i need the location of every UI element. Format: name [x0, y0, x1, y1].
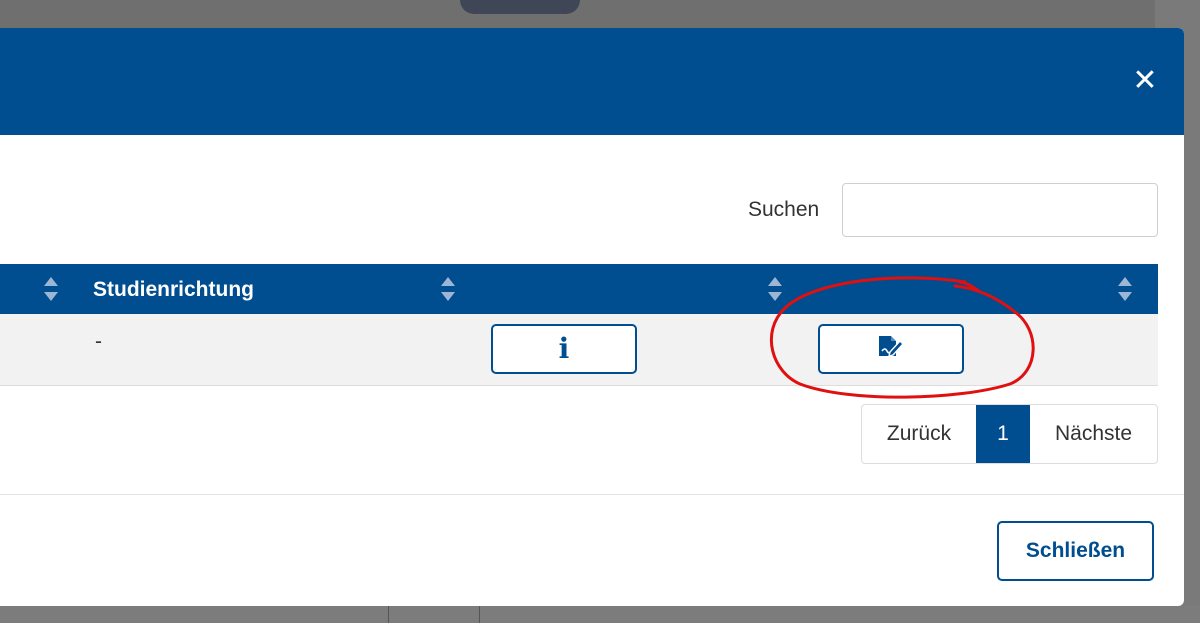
pagination-next[interactable]: Nächste	[1030, 405, 1157, 463]
close-button[interactable]: Schließen	[997, 521, 1154, 581]
search-input[interactable]	[842, 183, 1158, 237]
table-row: - i	[0, 314, 1158, 386]
sort-icon[interactable]	[1117, 276, 1133, 302]
edit-button[interactable]	[818, 324, 964, 374]
pagination: Zurück 1 Nächste	[861, 404, 1158, 464]
sort-icon[interactable]	[43, 276, 59, 302]
backdrop-fragment	[460, 0, 580, 14]
close-icon[interactable]: ✕	[1130, 66, 1160, 96]
pagination-page-current[interactable]: 1	[976, 405, 1030, 463]
modal-header: ✕	[0, 28, 1184, 135]
sort-icon[interactable]	[440, 276, 456, 302]
backdrop-bottom-strip	[0, 605, 1200, 623]
search-label: Suchen	[748, 198, 820, 221]
info-icon: i	[558, 332, 570, 365]
table-header: Studienrichtung	[0, 264, 1158, 314]
backdrop-table-cell	[388, 605, 480, 623]
column-header-studienrichtung[interactable]: Studienrichtung	[93, 278, 254, 302]
document-edit-icon	[877, 334, 905, 365]
info-button[interactable]: i	[491, 324, 637, 374]
modal-dialog: ✕ Suchen Studienrichtung - i Zurück 1 Nä…	[0, 28, 1184, 606]
studienrichtung-cell: -	[95, 330, 102, 353]
sort-icon[interactable]	[767, 276, 783, 302]
pagination-prev[interactable]: Zurück	[862, 405, 976, 463]
footer-divider	[0, 494, 1184, 495]
